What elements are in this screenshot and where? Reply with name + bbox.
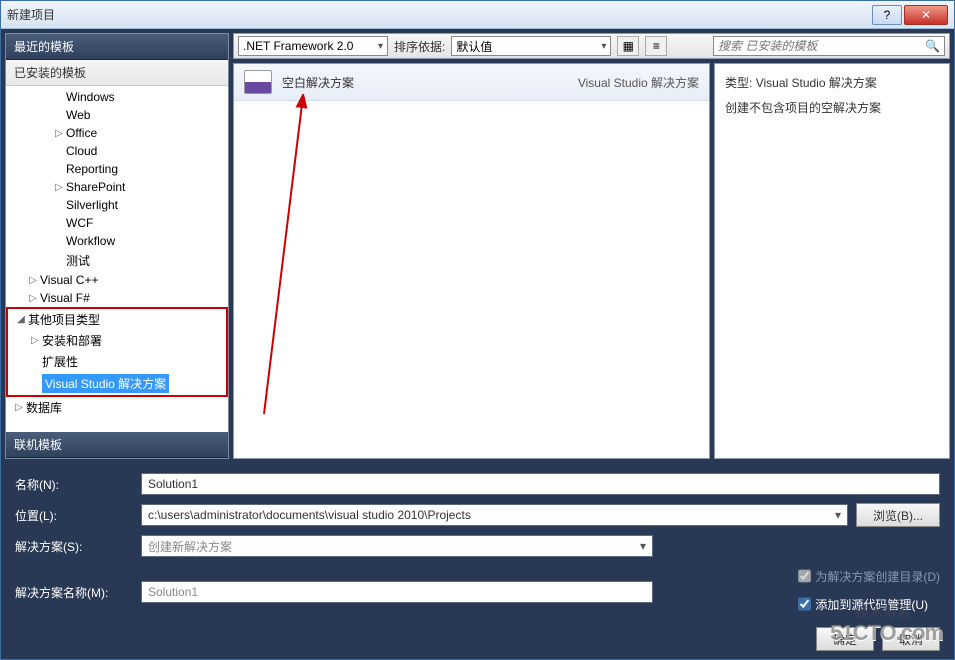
name-label: 名称(N): — [15, 476, 133, 493]
close-button[interactable]: ✕ — [904, 5, 948, 25]
tree-item[interactable]: Workflow — [6, 232, 228, 250]
titlebar-buttons: ? ✕ — [872, 5, 948, 25]
tree-item-label: Web — [66, 108, 90, 122]
tree-item[interactable]: 测试 — [6, 250, 228, 271]
center-panel: .NET Framework 2.0 排序依据: 默认值 ▦ ≡ 🔍 — [233, 33, 950, 459]
chk-source[interactable]: 添加到源代码管理(U) — [798, 593, 940, 615]
solution-combo[interactable]: 创建新解决方案 — [141, 535, 653, 557]
cancel-button[interactable]: 取消 — [882, 627, 940, 651]
solution-icon — [244, 70, 272, 94]
template-name: 空白解决方案 — [282, 74, 568, 91]
expand-icon[interactable]: ▷ — [14, 402, 24, 413]
expand-icon[interactable]: ▷ — [54, 128, 64, 139]
tree-item-label: 其他项目类型 — [28, 311, 100, 328]
detail-type-label: 类型: — [725, 76, 752, 90]
recent-header[interactable]: 最近的模板 — [6, 34, 228, 60]
sort-combo[interactable]: 默认值 — [451, 36, 611, 56]
tree-item[interactable]: ▷Visual F# — [6, 289, 228, 307]
search-box[interactable]: 🔍 — [713, 36, 945, 56]
expand-icon[interactable]: ▷ — [28, 293, 38, 304]
solution-label: 解决方案(S): — [15, 538, 133, 555]
sort-label: 排序依据: — [394, 38, 445, 55]
tree-item[interactable]: Visual Studio 解决方案 — [8, 372, 226, 395]
toolbar: .NET Framework 2.0 排序依据: 默认值 ▦ ≡ 🔍 — [233, 33, 950, 59]
ok-button[interactable]: 确定 — [816, 627, 874, 651]
tree-item[interactable]: Silverlight — [6, 196, 228, 214]
tree-item[interactable]: ▷数据库 — [6, 397, 228, 418]
titlebar: 新建项目 ? ✕ — [1, 1, 954, 29]
expand-icon[interactable]: ◢ — [16, 314, 26, 325]
tree-item[interactable]: Reporting — [6, 160, 228, 178]
row-name: 名称(N): — [15, 473, 940, 495]
framework-combo[interactable]: .NET Framework 2.0 — [238, 36, 388, 56]
installed-header[interactable]: 已安装的模板 — [6, 60, 228, 86]
tree-item-label: 扩展性 — [42, 353, 78, 370]
tree-item[interactable]: Cloud — [6, 142, 228, 160]
tree-item-label: Windows — [66, 90, 115, 104]
tree-item[interactable]: ▷安装和部署 — [8, 330, 226, 351]
top-row: 最近的模板 已安装的模板 WindowsWeb▷OfficeCloudRepor… — [1, 29, 954, 463]
view-medium-icon[interactable]: ▦ — [617, 36, 639, 56]
bottom-form: 名称(N): 位置(L): c:\users\administrator\doc… — [1, 463, 954, 659]
tree-item-label: 测试 — [66, 252, 90, 269]
tree-item-label: Visual F# — [40, 291, 90, 305]
location-label: 位置(L): — [15, 507, 133, 524]
dialog-body: 最近的模板 已安装的模板 WindowsWeb▷OfficeCloudRepor… — [1, 29, 954, 659]
annotation-arrow — [254, 94, 374, 434]
view-small-icon[interactable]: ≡ — [645, 36, 667, 56]
template-item[interactable]: 空白解决方案 Visual Studio 解决方案 — [234, 64, 709, 101]
detail-type-value: Visual Studio 解决方案 — [756, 76, 877, 90]
solution-name-input — [141, 581, 653, 603]
solution-name-label: 解决方案名称(M): — [15, 584, 133, 601]
dialog-window: 新建项目 ? ✕ 最近的模板 已安装的模板 WindowsWeb▷OfficeC… — [0, 0, 955, 660]
tree-item-label: WCF — [66, 216, 93, 230]
tree-item-label: 数据库 — [26, 399, 62, 416]
dialog-buttons: 确定 取消 — [15, 627, 940, 651]
details-panel: 类型: Visual Studio 解决方案 创建不包含项目的空解决方案 — [714, 63, 950, 459]
tree-item-label: Cloud — [66, 144, 97, 158]
tree-item-label: Visual C++ — [40, 273, 98, 287]
tree-item-label: Reporting — [66, 162, 118, 176]
tree-item[interactable]: Web — [6, 106, 228, 124]
expand-icon[interactable]: ▷ — [54, 182, 64, 193]
detail-type-row: 类型: Visual Studio 解决方案 — [725, 74, 939, 91]
tree-item-label: Visual Studio 解决方案 — [42, 374, 169, 393]
expand-icon[interactable]: ▷ — [30, 335, 40, 346]
detail-description: 创建不包含项目的空解决方案 — [725, 99, 939, 116]
online-header[interactable]: 联机模板 — [6, 432, 228, 458]
template-tree[interactable]: WindowsWeb▷OfficeCloudReporting▷SharePoi… — [6, 86, 228, 432]
tree-item-label: SharePoint — [66, 180, 125, 194]
search-icon[interactable]: 🔍 — [925, 39, 940, 53]
tree-item-label: Office — [66, 126, 97, 140]
middle-row: 空白解决方案 Visual Studio 解决方案 类型: Visual Stu… — [233, 63, 950, 459]
window-title: 新建项目 — [7, 6, 872, 23]
tree-item[interactable]: ▷Visual C++ — [6, 271, 228, 289]
row-location: 位置(L): c:\users\administrator\documents\… — [15, 503, 940, 527]
highlighted-group: ◢其他项目类型▷安装和部署扩展性Visual Studio 解决方案 — [6, 307, 228, 397]
tree-item[interactable]: ▷SharePoint — [6, 178, 228, 196]
template-type: Visual Studio 解决方案 — [578, 74, 699, 91]
tree-item-label: Silverlight — [66, 198, 118, 212]
template-list[interactable]: 空白解决方案 Visual Studio 解决方案 — [233, 63, 710, 459]
tree-item[interactable]: ◢其他项目类型 — [8, 309, 226, 330]
search-input[interactable] — [718, 39, 925, 53]
help-button[interactable]: ? — [872, 5, 902, 25]
name-input[interactable] — [141, 473, 940, 495]
row-solution: 解决方案(S): 创建新解决方案 — [15, 535, 940, 557]
expand-icon[interactable]: ▷ — [28, 275, 38, 286]
tree-item[interactable]: ▷Office — [6, 124, 228, 142]
tree-item[interactable]: 扩展性 — [8, 351, 226, 372]
browse-button[interactable]: 浏览(B)... — [856, 503, 940, 527]
tree-item[interactable]: Windows — [6, 88, 228, 106]
tree-item-label: 安装和部署 — [42, 332, 102, 349]
tree-item[interactable]: WCF — [6, 214, 228, 232]
location-combo[interactable]: c:\users\administrator\documents\visual … — [141, 504, 848, 526]
left-panel: 最近的模板 已安装的模板 WindowsWeb▷OfficeCloudRepor… — [5, 33, 229, 459]
chk-createdir: 为解决方案创建目录(D) — [798, 565, 940, 587]
row-solution-name: 解决方案名称(M): 为解决方案创建目录(D) 添加到源代码管理(U) — [15, 565, 940, 619]
tree-item-label: Workflow — [66, 234, 115, 248]
